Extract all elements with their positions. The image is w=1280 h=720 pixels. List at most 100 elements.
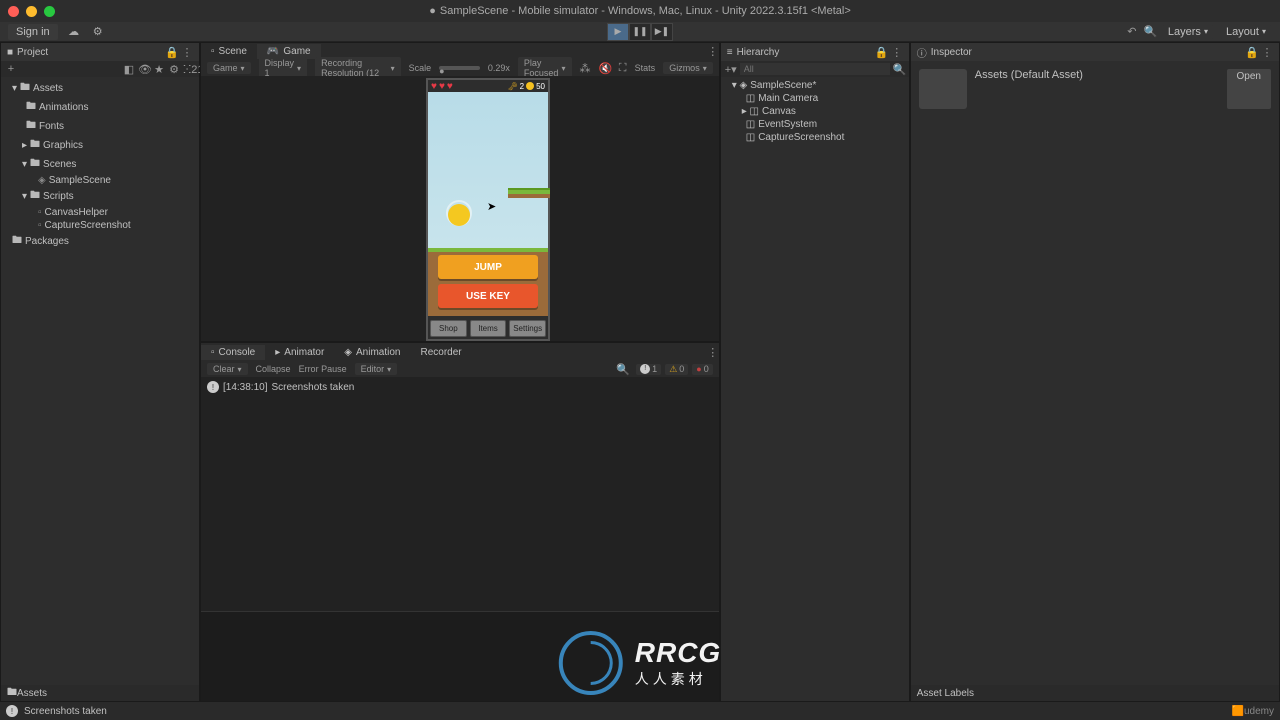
file-canvashelper[interactable]: ▫ CanvasHelper: [1, 206, 199, 219]
mute-icon[interactable]: 🔇: [599, 62, 611, 75]
clear-dropdown[interactable]: Clear: [207, 363, 248, 375]
scale-label: Scale: [409, 63, 432, 73]
cloud-icon[interactable]: ☁: [66, 24, 82, 40]
filter-icon[interactable]: ◧: [123, 63, 135, 76]
folder-packages[interactable]: 🖿 Packages: [1, 232, 199, 251]
panel-menu-icon[interactable]: ⋮: [1261, 46, 1273, 59]
scale-value: 0.29x: [488, 63, 510, 73]
folder-scenes[interactable]: ▾ 🖿 Scenes: [1, 155, 199, 174]
lock-icon[interactable]: 🔒: [875, 46, 887, 59]
open-button[interactable]: Open: [1227, 69, 1271, 109]
prefs-icon[interactable]: ⚙: [168, 63, 180, 76]
error-filter[interactable]: ●0: [692, 364, 712, 375]
editor-dropdown[interactable]: Editor: [355, 363, 398, 375]
panel-menu-icon[interactable]: ⋮: [181, 46, 193, 59]
jump-button[interactable]: JUMP: [438, 255, 538, 279]
maximize-window-icon[interactable]: [44, 6, 55, 17]
window-title: SampleScene - Mobile simulator - Windows…: [429, 5, 851, 17]
main-toolbar: Sign in ☁ ⚙ ▶ ❚❚ ▶❚ ↶ 🔍 Layers Layout: [0, 22, 1280, 42]
search-icon[interactable]: 🔍: [1144, 25, 1156, 38]
hierarchy-camera[interactable]: ◫ Main Camera: [721, 92, 909, 105]
star-icon[interactable]: ★: [153, 63, 165, 76]
info-icon: !: [6, 705, 18, 717]
watermark-text-sub: 人人素材: [635, 669, 721, 689]
panel-menu-icon[interactable]: ⋮: [707, 346, 719, 359]
step-button[interactable]: ▶❚: [651, 23, 673, 41]
add-icon[interactable]: +▾: [725, 63, 737, 76]
inspector-tab[interactable]: ⓘ Inspector: [917, 45, 972, 60]
vsync-icon[interactable]: ⁂: [580, 62, 591, 75]
status-message: Screenshots taken: [24, 706, 107, 717]
shop-button[interactable]: Shop: [430, 320, 467, 337]
pause-button[interactable]: ❚❚: [629, 23, 651, 41]
lock-icon[interactable]: 🔒: [165, 46, 177, 59]
search-icon[interactable]: 🔍: [893, 63, 905, 76]
warn-filter[interactable]: ⚠0: [665, 364, 688, 375]
file-capturescreenshot[interactable]: ▫ CaptureScreenshot: [1, 219, 199, 232]
asset-labels-header[interactable]: Asset Labels: [911, 685, 1279, 701]
hierarchy-scene[interactable]: ▾ ◈ SampleScene*: [721, 79, 909, 92]
coin-count: 50: [536, 82, 545, 91]
project-panel: ■ Project 🔒 ⋮ + ◧ 👁 ★ ⚙ ⵘ21 ▾ 🖿 Assets 🖿…: [0, 42, 200, 702]
scale-slider[interactable]: ●: [439, 66, 480, 70]
tab-console[interactable]: ▫ Console: [201, 345, 265, 360]
folder-scripts[interactable]: ▾ 🖿 Scripts: [1, 187, 199, 206]
game-viewport: ♥ ♥ ♥ 🗝 2 50: [201, 76, 719, 341]
console-body: ! [14:38:10] Screenshots taken: [201, 377, 719, 611]
error-pause-button[interactable]: Error Pause: [299, 364, 347, 374]
info-filter[interactable]: !1: [636, 364, 661, 375]
folder-fonts[interactable]: 🖿 Fonts: [1, 117, 199, 136]
hierarchy-eventsystem[interactable]: ◫ EventSystem: [721, 118, 909, 131]
key-icon: 🗝: [507, 82, 517, 91]
window-titlebar: SampleScene - Mobile simulator - Windows…: [0, 0, 1280, 22]
project-footer-path[interactable]: 🖿 Assets: [1, 685, 199, 701]
folder-icon: [919, 69, 967, 109]
tab-animator[interactable]: ▸ Animator: [265, 345, 334, 360]
hierarchy-tab[interactable]: ≡ Hierarchy: [727, 47, 780, 58]
folder-animations[interactable]: 🖿 Animations: [1, 98, 199, 117]
max-icon[interactable]: ⛶: [619, 62, 627, 75]
heart-icon: ♥: [439, 81, 445, 92]
settings-button[interactable]: Settings: [509, 320, 546, 337]
inspector-panel: ⓘ Inspector 🔒 ⋮ Assets (Default Asset) O…: [910, 42, 1280, 702]
watermark-text-big: RRCG: [635, 637, 721, 669]
log-message: Screenshots taken: [271, 382, 354, 393]
folder-graphics[interactable]: ▸ 🖿 Graphics: [1, 136, 199, 155]
items-button[interactable]: Items: [470, 320, 507, 337]
project-toolbar: + ◧ 👁 ★ ⚙ ⵘ21: [1, 61, 199, 77]
signin-button[interactable]: Sign in: [8, 24, 58, 40]
tab-recorder[interactable]: Recorder: [410, 345, 471, 360]
hierarchy-canvas[interactable]: ▸ ◫ Canvas: [721, 105, 909, 118]
game-toolbar: Game Display 1 Recording Resolution (12 …: [201, 60, 719, 76]
lock-icon[interactable]: 🔒: [1245, 46, 1257, 59]
game-sky: [428, 92, 548, 252]
gizmos-dropdown[interactable]: Gizmos: [663, 62, 713, 74]
panel-menu-icon[interactable]: ⋮: [891, 46, 903, 59]
play-button[interactable]: ▶: [607, 23, 629, 41]
eye-icon[interactable]: 👁: [138, 63, 150, 76]
tab-scene[interactable]: ▫ Scene: [201, 44, 257, 59]
collapse-button[interactable]: Collapse: [256, 364, 291, 374]
tab-animation[interactable]: ◈ Animation: [334, 345, 410, 360]
hierarchy-capture[interactable]: ◫ CaptureScreenshot: [721, 131, 909, 144]
minimize-window-icon[interactable]: [26, 6, 37, 17]
hierarchy-search-input[interactable]: [740, 63, 890, 75]
stats-button[interactable]: Stats: [635, 63, 656, 73]
folder-assets[interactable]: ▾ 🖿 Assets: [1, 79, 199, 98]
usekey-button[interactable]: USE KEY: [438, 284, 538, 308]
game-mode-dropdown[interactable]: Game: [207, 62, 251, 74]
game-hud: ♥ ♥ ♥ 🗝 2 50: [428, 80, 548, 92]
search-icon[interactable]: 🔍: [616, 363, 628, 376]
settings-icon[interactable]: ⚙: [90, 24, 106, 40]
heart-icon: ♥: [431, 81, 437, 92]
layout-dropdown[interactable]: Layout: [1220, 25, 1272, 39]
log-entry[interactable]: ! [14:38:10] Screenshots taken: [203, 379, 717, 395]
undo-history-icon[interactable]: ↶: [1126, 25, 1138, 38]
layers-dropdown[interactable]: Layers: [1162, 25, 1214, 39]
close-window-icon[interactable]: [8, 6, 19, 17]
hidden-count: ⵘ21: [183, 63, 195, 76]
file-samplescene[interactable]: ◈ SampleScene: [1, 174, 199, 187]
project-tab[interactable]: ■ Project: [7, 47, 48, 58]
panel-menu-icon[interactable]: ⋮: [707, 45, 719, 58]
add-icon[interactable]: +: [5, 63, 17, 75]
